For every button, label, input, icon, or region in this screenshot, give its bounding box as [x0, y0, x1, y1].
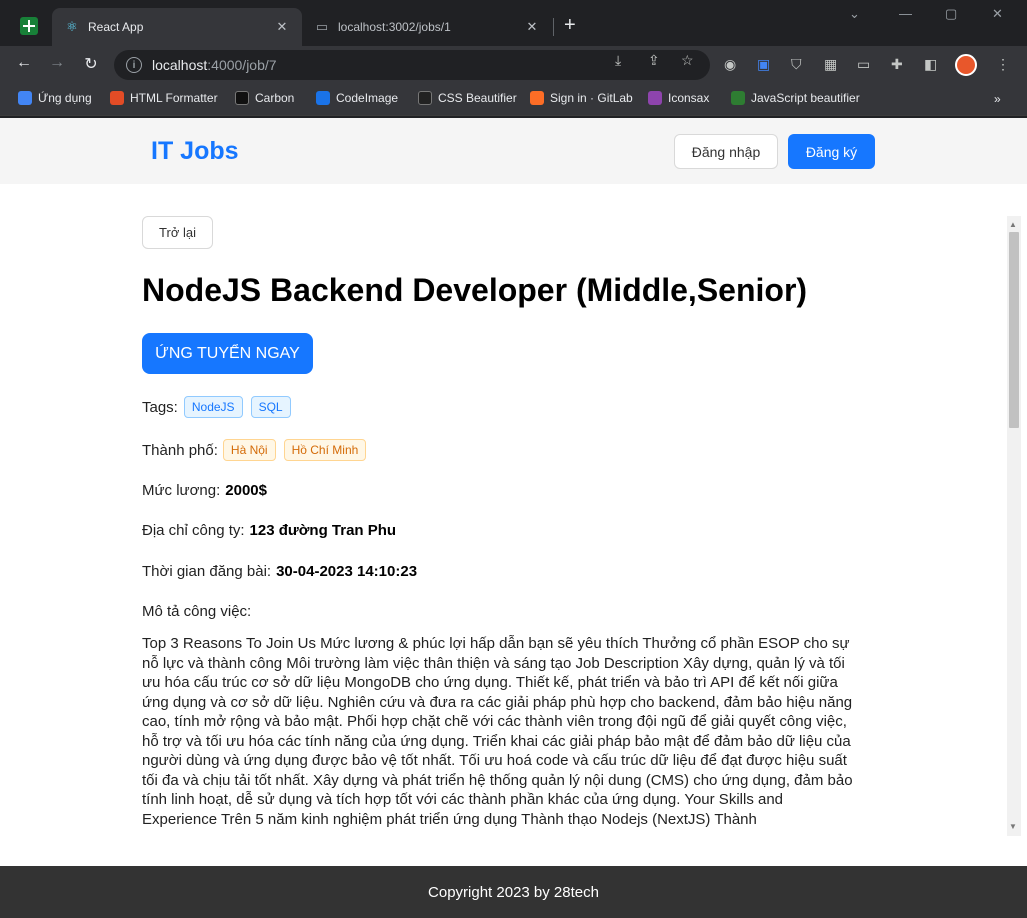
codeimage-icon [316, 91, 330, 105]
bookmark-item[interactable]: CSS Beautifier [418, 91, 517, 105]
tab-separator [553, 18, 554, 36]
tab-localhost-jobs[interactable]: ▭ localhost:3002/jobs/1 ✕ [302, 8, 552, 46]
bookmark-item[interactable]: Sign in · GitLab [530, 91, 633, 105]
install-icon[interactable]: ⤓ [615, 52, 621, 69]
tags-label: Tags: [142, 398, 178, 416]
react-icon: ⚛ [66, 19, 78, 34]
bookmark-item[interactable]: Iconsax [648, 91, 709, 105]
address-label: Địa chỉ công ty: [142, 522, 245, 539]
register-button[interactable]: Đăng ký [788, 134, 875, 169]
menu-kebab-icon[interactable]: ⋮ [996, 56, 1010, 73]
posted-row: Thời gian đăng bài: 30-04-2023 14:10:23 [142, 563, 417, 580]
sheets-app-icon[interactable] [20, 17, 38, 35]
maximize-button[interactable]: ▢ [945, 6, 957, 22]
bookmark-label: JavaScript beautifier [751, 91, 860, 105]
address-value: 123 đường Tran Phu [249, 522, 397, 539]
apply-now-button[interactable]: ỨNG TUYỂN NGAY [142, 333, 313, 374]
camera-extension-icon[interactable]: ◉ [724, 56, 736, 73]
city-badge: Hà Nội [222, 439, 276, 461]
tab-react-app[interactable]: ⚛ React App ✕ [52, 8, 302, 46]
salary-row: Mức lương: 2000$ [142, 482, 267, 499]
apps-grid-icon [18, 91, 32, 105]
city-label: Thành phố: [142, 441, 218, 459]
job-description: Top 3 Reasons To Join Us Mức lương & phú… [142, 635, 853, 828]
copyright-text: Copyright 2023 by 28tech [428, 883, 599, 901]
bookmarks-bar: Ứng dụng HTML Formatter Carbon CodeImage… [0, 84, 1027, 116]
scroll-up-arrow-icon[interactable]: ▲ [1009, 220, 1017, 229]
site-info-icon[interactable]: i [126, 57, 142, 73]
minimize-button[interactable]: — [899, 6, 912, 21]
side-panel-icon[interactable]: ◧ [924, 56, 937, 73]
bookmark-item[interactable]: Carbon [235, 91, 294, 105]
extensions-puzzle-icon[interactable]: ✚ [891, 56, 903, 73]
tab-search-icon[interactable]: ⌄ [849, 6, 860, 22]
bookmark-label: CodeImage [336, 91, 399, 105]
new-tab-button[interactable]: + [564, 14, 576, 36]
forward-arrow-icon[interactable]: → [46, 54, 68, 72]
close-window-button[interactable]: ✕ [992, 6, 1003, 22]
bookmark-label: Carbon [255, 91, 295, 105]
job-detail: Trở lại NodeJS Backend Developer (Middle… [142, 216, 862, 836]
site-header: IT Jobs Đăng nhập Đăng ký [0, 118, 1027, 184]
translate-extension-icon[interactable]: ▣ [757, 56, 770, 73]
bookmark-item[interactable]: Ứng dụng [18, 91, 92, 105]
profile-avatar[interactable] [955, 54, 977, 76]
bookmark-label: Sign in · GitLab [550, 91, 633, 105]
scrollbar-thumb[interactable] [1009, 232, 1019, 428]
url-path: :4000/job/7 [207, 57, 277, 73]
iconsax-icon [648, 91, 662, 105]
html-formatter-icon [110, 91, 124, 105]
browser-toolbar: ← → ↻ i localhost:4000/job/7 ⤓ ⇪ ☆ ◉ ▣ ⛉… [0, 46, 1027, 84]
bookmark-label: Iconsax [668, 91, 710, 105]
bookmarks-overflow-button[interactable]: » [994, 92, 1001, 106]
bookmark-star-icon[interactable]: ☆ [681, 52, 694, 69]
description-heading: Mô tả công việc: [142, 603, 252, 620]
salary-value: 2000$ [225, 482, 267, 499]
posted-value: 30-04-2023 14:10:23 [276, 563, 418, 580]
page-icon: ▭ [315, 19, 329, 34]
page-viewport: IT Jobs Đăng nhập Đăng ký Trở lại NodeJS… [0, 118, 1027, 918]
tag-badge: NodeJS [183, 396, 243, 418]
tab-close-icon[interactable]: ✕ [524, 19, 540, 35]
css-beautifier-icon [418, 91, 432, 105]
shield-extension-icon[interactable]: ⛉ [791, 56, 802, 73]
reload-icon[interactable]: ↻ [80, 54, 102, 74]
tab-close-icon[interactable]: ✕ [274, 19, 290, 35]
site-logo[interactable]: IT Jobs [151, 137, 239, 166]
tag-badge: SQL [250, 396, 291, 418]
salary-label: Mức lương: [142, 482, 221, 499]
city-badge: Hồ Chí Minh [283, 439, 367, 461]
site-footer: Copyright 2023 by 28tech [0, 866, 1027, 918]
job-title: NodeJS Backend Developer (Middle,Senior) [142, 272, 808, 308]
login-button[interactable]: Đăng nhập [674, 134, 778, 169]
qr-extension-icon[interactable]: ▦ [824, 56, 837, 73]
posted-label: Thời gian đăng bài: [142, 563, 272, 580]
back-button[interactable]: Trở lại [142, 216, 213, 249]
back-arrow-icon[interactable]: ← [13, 54, 35, 72]
tab-title: localhost:3002/jobs/1 [338, 20, 451, 34]
window-extension-icon[interactable]: ▭ [857, 56, 870, 73]
bookmark-item[interactable]: CodeImage [316, 91, 398, 105]
bookmark-label: HTML Formatter [130, 91, 218, 105]
browser-tabstrip: ⚛ React App ✕ ▭ localhost:3002/jobs/1 ✕ … [0, 0, 1027, 46]
bookmark-label: Ứng dụng [38, 91, 92, 105]
city-row: Thành phố: Hà Nội Hồ Chí Minh [142, 439, 374, 461]
bookmark-item[interactable]: JavaScript beautifier [731, 91, 860, 105]
tags-row: Tags: NodeJS SQL [142, 396, 299, 418]
share-icon[interactable]: ⇪ [648, 52, 660, 69]
address-row: Địa chỉ công ty: 123 đường Tran Phu [142, 522, 396, 539]
gitlab-icon [530, 91, 544, 105]
scroll-down-arrow-icon[interactable]: ▼ [1009, 822, 1017, 831]
tab-title: React App [88, 20, 144, 34]
bookmark-item[interactable]: HTML Formatter [110, 91, 218, 105]
bookmark-label: CSS Beautifier [438, 91, 517, 105]
url-host: localhost [152, 57, 208, 73]
carbon-icon [235, 91, 249, 105]
js-beautifier-icon [731, 91, 745, 105]
